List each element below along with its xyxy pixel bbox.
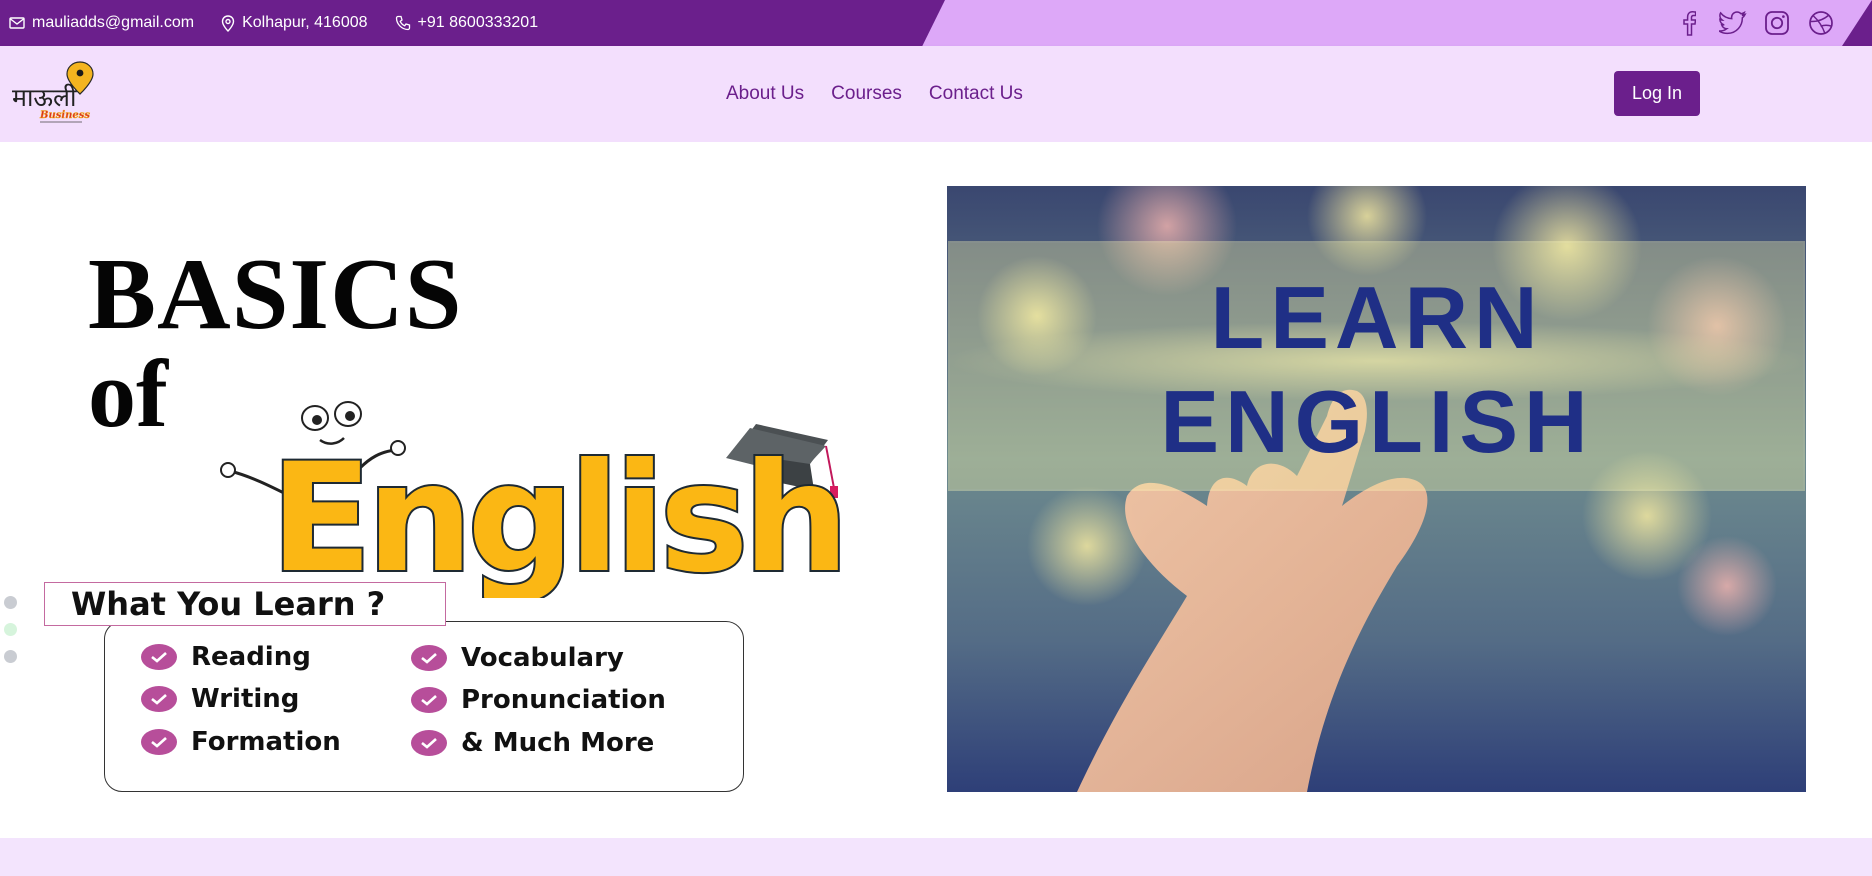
facebook-icon[interactable] <box>1674 8 1704 38</box>
check-icon <box>411 687 447 713</box>
topic-pronunciation: Pronunciation <box>461 685 666 715</box>
check-icon <box>141 729 177 755</box>
check-icon <box>411 645 447 671</box>
list-item: Reading <box>141 642 311 672</box>
english-word-text: English <box>270 432 844 598</box>
list-item: Writing <box>141 684 299 714</box>
photo-text-english: ENGLISH <box>1160 372 1593 471</box>
english-cartoon-title: English <box>210 378 852 608</box>
next-section-strip <box>0 838 1872 876</box>
map-pin-icon <box>221 14 235 32</box>
check-icon <box>141 686 177 712</box>
nav-about-us[interactable]: About Us <box>726 83 804 105</box>
instagram-icon[interactable] <box>1762 8 1792 38</box>
svg-text:Business: Business <box>39 110 90 121</box>
learn-topics-box: Reading Writing Formation Vocabulary Pro… <box>104 621 744 792</box>
topic-formation: Formation <box>191 727 341 757</box>
contact-info-strip: mauliadds@gmail.com Kolhapur, 416008 +91… <box>0 0 945 46</box>
email-text: mauliadds@gmail.com <box>32 14 195 31</box>
list-item: Vocabulary <box>411 643 624 673</box>
login-button[interactable]: Log In <box>1614 71 1700 116</box>
twitter-icon[interactable] <box>1718 8 1748 38</box>
list-item: Formation <box>141 727 341 757</box>
top-contact-bar: mauliadds@gmail.com Kolhapur, 416008 +91… <box>0 0 1872 46</box>
nav-contact-us[interactable]: Contact Us <box>929 83 1023 105</box>
location-text: Kolhapur, 416008 <box>242 14 368 31</box>
phone-icon <box>395 15 410 31</box>
email-contact[interactable]: mauliadds@gmail.com <box>9 14 194 32</box>
nav-links: About Us Courses Contact Us <box>726 46 1023 142</box>
what-you-learn-heading: What You Learn ? <box>44 582 446 626</box>
topic-writing: Writing <box>191 684 300 714</box>
phone-text: +91 8600333201 <box>417 14 539 31</box>
list-item: Pronunciation <box>411 685 666 715</box>
main-navbar: माऊली Business About Us Courses Contact … <box>0 46 1872 142</box>
hero-title-of: of <box>88 340 168 447</box>
carousel-dot-3[interactable] <box>4 650 17 663</box>
hero-title-basics: BASICS <box>88 238 463 351</box>
topic-much-more: & Much More <box>461 728 655 758</box>
topic-vocabulary: Vocabulary <box>461 643 624 673</box>
carousel-dot-2[interactable] <box>4 623 17 636</box>
mail-icon <box>9 17 25 29</box>
topic-reading: Reading <box>191 642 311 672</box>
brand-logo[interactable]: माऊली Business <box>10 60 100 126</box>
photo-text-learn: LEARN <box>1210 268 1543 367</box>
phone-contact[interactable]: +91 8600333201 <box>395 14 539 32</box>
list-item: & Much More <box>411 728 654 758</box>
hero-section: BASICS of English What You Learn ? Readi… <box>0 142 1872 838</box>
check-icon <box>411 730 447 756</box>
topbar-corner-accent <box>1842 0 1872 46</box>
nav-courses[interactable]: Courses <box>831 83 902 105</box>
location-contact: Kolhapur, 416008 <box>221 14 368 32</box>
learn-english-hero-image: LEARN ENGLISH <box>947 186 1806 792</box>
dribbble-icon[interactable] <box>1806 8 1836 38</box>
carousel-dot-1[interactable] <box>4 596 17 609</box>
social-links <box>1674 0 1836 46</box>
svg-text:माऊली: माऊली <box>12 83 77 112</box>
carousel-indicators <box>4 596 17 677</box>
check-icon <box>141 644 177 670</box>
